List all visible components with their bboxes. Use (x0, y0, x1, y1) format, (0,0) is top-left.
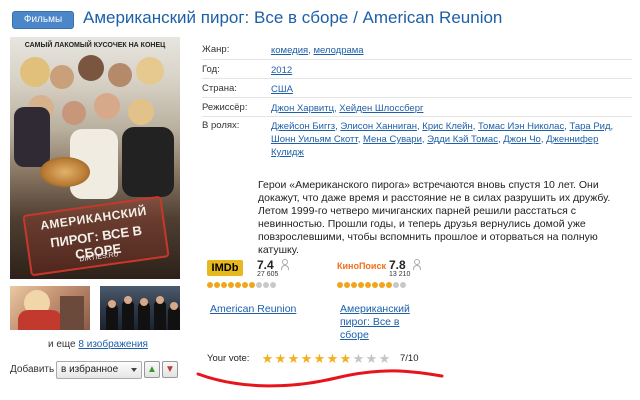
star-icon (365, 282, 371, 288)
add-label: Добавить (10, 364, 55, 375)
vote-star-icon[interactable]: ★ (365, 352, 378, 365)
vote-star-icon[interactable]: ★ (313, 352, 326, 365)
thumbs-down-icon: ▼ (165, 364, 175, 375)
cast-link[interactable]: Элисон Ханниган (340, 121, 417, 132)
cast-link[interactable]: Мена Сувари (363, 134, 422, 145)
star-icon (358, 282, 364, 288)
star-icon (249, 282, 255, 288)
kinopoisk-logo-icon: КиноПоиск (337, 261, 386, 271)
year-link[interactable]: 2012 (271, 65, 292, 76)
star-icon (400, 282, 406, 288)
star-icon (228, 282, 234, 288)
red-underline-annotation (196, 369, 444, 388)
divider (202, 116, 632, 117)
gallery-thumbnail-2[interactable] (100, 286, 180, 330)
cast-value: Джейсон Биггз, Элисон Ханниган, Крис Кле… (271, 121, 614, 158)
star-icon (337, 282, 343, 288)
vote-star-icon[interactable]: ★ (378, 352, 391, 365)
user-icon (413, 259, 421, 270)
country-value: США (271, 83, 631, 96)
rating-score: 7.8 (389, 258, 406, 272)
vote-stars[interactable]: ★★★★★★★★★★ (261, 352, 391, 365)
rating-score: 7.4 (257, 258, 274, 272)
more-images: и еще 8 изображения (48, 339, 148, 350)
divider (202, 59, 632, 60)
like-button[interactable]: ▲ (144, 361, 160, 378)
director-value: Джон Харвитц, Хейден Шлоссберг (271, 103, 424, 114)
page-title: Американский пирог: Все в сборе / Americ… (83, 8, 503, 27)
pie-image (40, 157, 90, 187)
vote-star-icon[interactable]: ★ (352, 352, 365, 365)
category-badge[interactable]: Фильмы (12, 11, 74, 29)
poster-title-stamp: АМЕРИКАНСКИЙ ПИРОГ: ВСЕ В СБОРЕ DIRTIES.… (22, 195, 170, 277)
cast-link[interactable]: Шонн Уильям Скотт (271, 134, 358, 145)
star-icon (379, 282, 385, 288)
rating-votes: 27 605 (257, 271, 279, 278)
star-icon (207, 282, 213, 288)
star-icon (386, 282, 392, 288)
cast-link[interactable]: Джон Чо (503, 134, 541, 145)
gallery-thumbnail-1[interactable] (10, 286, 90, 330)
year-label: Год: (202, 64, 220, 75)
thumbs-up-icon: ▲ (147, 364, 157, 375)
more-images-prefix: и еще (48, 339, 76, 350)
star-icon (344, 282, 350, 288)
cast-link[interactable]: Томас Иэн Николас (478, 121, 564, 132)
user-icon (281, 259, 289, 270)
star-icon (393, 282, 399, 288)
vote-star-icon[interactable]: ★ (274, 352, 287, 365)
star-icon (256, 282, 262, 288)
country-label: Страна: (202, 83, 237, 94)
star-icon (235, 282, 241, 288)
poster-tagline: САМЫЙ ЛАКОМЫЙ КУСОЧЕК НА КОНЕЦ (24, 42, 166, 49)
country-link[interactable]: США (271, 84, 293, 95)
favorites-select[interactable]: в избранное (56, 361, 142, 379)
star-icon (270, 282, 276, 288)
kinopoisk-title-link[interactable]: Американский пирог: Все в сборе (340, 303, 430, 342)
divider (202, 78, 632, 79)
chevron-down-icon (131, 368, 137, 372)
imdb-title-link[interactable]: American Reunion (210, 303, 296, 316)
genre-link[interactable]: мелодрама (313, 45, 363, 56)
dislike-button[interactable]: ▼ (162, 361, 178, 378)
favorites-select-value: в избранное (61, 364, 119, 375)
movie-description: Герои «Американского пирога» встречаются… (258, 179, 611, 256)
cast-label: В ролях: (202, 120, 240, 131)
director-link[interactable]: Хейден Шлоссберг (339, 103, 423, 114)
year-value: 2012 (271, 64, 631, 77)
star-icon (351, 282, 357, 288)
rating-stars (207, 282, 277, 289)
divider (202, 97, 632, 98)
page-header: Фильмы Американский пирог: Все в сборе /… (8, 8, 632, 34)
vote-star-icon[interactable]: ★ (326, 352, 339, 365)
genre-label: Жанр: (202, 44, 230, 55)
director-link[interactable]: Джон Харвитц (271, 103, 334, 114)
imdb-logo-icon: IMDb (207, 260, 243, 276)
genre-link[interactable]: комедия (271, 45, 308, 56)
your-vote-value: 7/10 (400, 353, 419, 364)
star-icon (372, 282, 378, 288)
director-label: Режиссёр: (202, 102, 248, 113)
your-vote-label: Your vote: (207, 353, 250, 364)
rating-votes: 13 210 (389, 271, 411, 278)
vote-star-icon[interactable]: ★ (339, 352, 352, 365)
genre-value: комедия, мелодрама (271, 45, 364, 56)
cast-link[interactable]: Джейсон Биггз (271, 121, 335, 132)
star-icon (242, 282, 248, 288)
movie-poster[interactable]: САМЫЙ ЛАКОМЫЙ КУСОЧЕК НА КОНЕЦ АМЕРИКАНС… (10, 37, 180, 279)
star-icon (263, 282, 269, 288)
rating-stars (337, 282, 407, 289)
cast-link[interactable]: Крис Клейн (422, 121, 472, 132)
vote-star-icon[interactable]: ★ (261, 352, 274, 365)
more-images-link[interactable]: 8 изображения (78, 339, 148, 350)
vote-star-icon[interactable]: ★ (300, 352, 313, 365)
cast-link[interactable]: Тара Рид (569, 121, 610, 132)
cast-link[interactable]: Эдди Кэй Томас (427, 134, 498, 145)
star-icon (221, 282, 227, 288)
vote-star-icon[interactable]: ★ (287, 352, 300, 365)
star-icon (214, 282, 220, 288)
